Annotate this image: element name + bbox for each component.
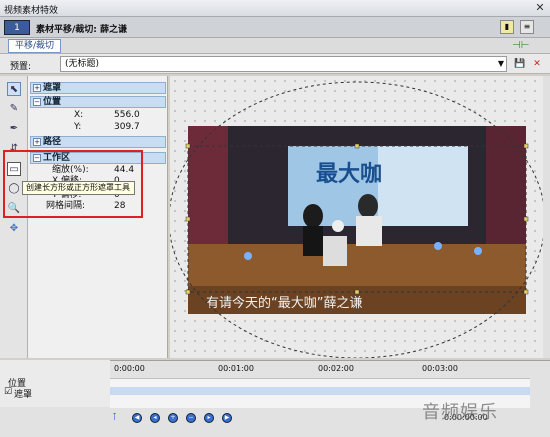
last-keyframe-icon[interactable]: ▶ [222, 413, 232, 423]
save-preset-icon[interactable]: 💾 [513, 57, 527, 71]
prop-y[interactable]: Y: 309.7 [30, 122, 166, 133]
anchor-tool-icon[interactable]: ✎ [7, 102, 21, 116]
watermark: 音频娱乐 [422, 402, 498, 423]
preset-value: (无标题) [65, 59, 100, 69]
prop-value[interactable]: 309.7 [114, 122, 140, 133]
prop-key: Y: [74, 122, 82, 132]
sync-cursor-icon[interactable]: ⊺ [112, 412, 117, 423]
effect-header: 1 素材平移/裁切: 薛之谦 ▮ ≡ [0, 17, 550, 38]
timeline-ruler[interactable]: 0:00:00 00:01:00 00:02:00 00:03:00 [110, 362, 530, 376]
collapse-icon[interactable]: − [33, 98, 41, 106]
track-number-badge[interactable]: 1 [4, 20, 30, 35]
ruler-tick: 00:03:00 [422, 364, 458, 373]
ruler-tick: 00:01:00 [218, 364, 254, 373]
delete-preset-icon[interactable]: ✕ [530, 57, 544, 71]
mask-overlay[interactable] [170, 76, 545, 358]
move-tool-icon[interactable]: ✥ [7, 222, 21, 236]
preset-row: 预置: (无标题) ▼ 💾 ✕ [0, 54, 550, 74]
ruler-tick: 0:00:00 [114, 364, 145, 373]
close-icon[interactable]: ✕ [534, 2, 546, 14]
expand-icon[interactable]: + [33, 138, 41, 146]
preset-label: 预置: [10, 62, 32, 72]
menu-icon[interactable]: ≡ [520, 20, 534, 34]
chevron-down-icon[interactable]: ▼ [498, 57, 504, 71]
add-keyframe-icon[interactable]: + [168, 413, 178, 423]
tab-bar: 平移/裁切 ⊣⊢ [0, 38, 550, 54]
timeline-track-list: 位置 遮罩 ☑ [0, 360, 110, 407]
track-mask[interactable]: 遮罩 [14, 387, 32, 400]
prop-key: X: [74, 110, 84, 120]
prev-keyframe-icon[interactable]: ◂ [150, 413, 160, 423]
highlight-box-tools [3, 150, 143, 218]
section-label: 位置 [43, 97, 62, 107]
prop-x[interactable]: X: 556.0 [30, 110, 166, 121]
window-titlebar: 视频素材特效 ✕ [0, 0, 550, 17]
window-title: 视频素材特效 [4, 6, 59, 16]
delete-keyframe-icon[interactable]: − [186, 413, 196, 423]
section-position[interactable]: − 位置 [30, 96, 166, 108]
expand-icon[interactable]: + [33, 84, 41, 92]
first-keyframe-icon[interactable]: ◀ [132, 413, 142, 423]
mask-keyframe-lane[interactable] [110, 387, 530, 395]
plugin-chain-icon[interactable]: ⊣⊢ [512, 40, 529, 51]
pointer-tool-icon[interactable]: ⬉ [7, 82, 21, 96]
ruler-tick: 00:02:00 [318, 364, 354, 373]
prop-value[interactable]: 556.0 [114, 110, 140, 121]
preset-select[interactable]: (无标题) ▼ [60, 56, 507, 72]
checkbox-icon[interactable]: ☑ [4, 387, 12, 397]
canvas-scrollbar[interactable] [543, 76, 550, 358]
effect-title: 素材平移/裁切: 薛之谦 [36, 25, 128, 35]
next-keyframe-icon[interactable]: ▸ [204, 413, 214, 423]
tab-pan-crop[interactable]: 平移/裁切 [8, 39, 62, 53]
pen-tool-icon[interactable]: ✒ [7, 122, 21, 136]
section-label: 遮罩 [43, 83, 62, 93]
section-path[interactable]: + 路径 [30, 136, 166, 148]
section-label: 路径 [43, 137, 62, 147]
section-mask[interactable]: + 遮罩 [30, 82, 166, 94]
pin-icon[interactable]: ▮ [500, 20, 514, 34]
